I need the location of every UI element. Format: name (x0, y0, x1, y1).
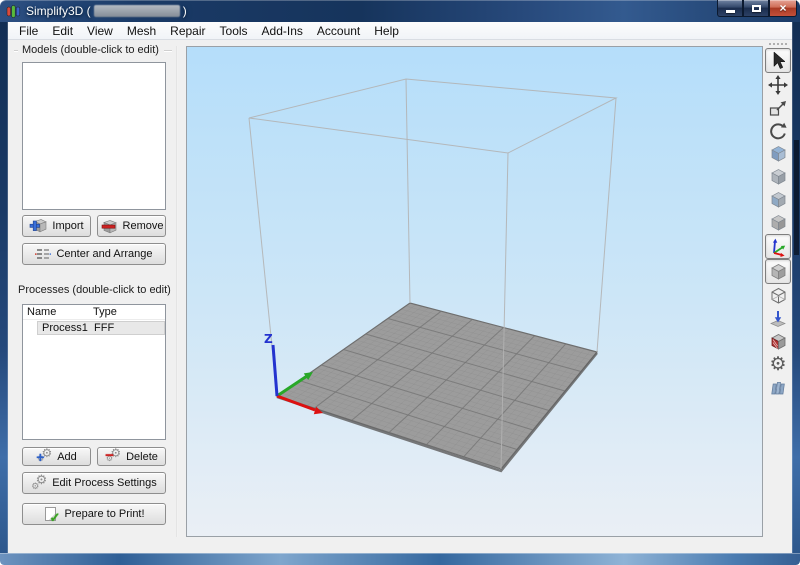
view-cube-icon (769, 167, 788, 186)
redacted-license-name (94, 5, 180, 17)
svg-text:Z: Z (264, 332, 273, 346)
cross-section-cube-icon (769, 332, 788, 351)
column-header-type[interactable]: Type (93, 306, 165, 318)
menu-bar: File Edit View Mesh Repair Tools Add-Ins… (8, 22, 792, 40)
remove-label: Remove (123, 220, 164, 232)
group-line (164, 50, 172, 51)
window-border-right (792, 22, 800, 553)
move-tool-button[interactable] (765, 73, 791, 96)
window-border-reflection (794, 140, 799, 255)
processes-group-header: Processes (double-click to edit) (14, 284, 172, 296)
import-label: Import (52, 220, 83, 232)
menu-view[interactable]: View (80, 22, 120, 39)
process-row[interactable]: Process1 FFF (37, 321, 165, 335)
processes-group-label: Processes (double-click to edit) (18, 284, 171, 296)
down-arrow-to-bed-icon (768, 309, 788, 328)
models-group-label: Models (double-click to edit) (22, 44, 159, 56)
place-surface-on-bed-button[interactable] (765, 307, 791, 330)
render-wireframe-button[interactable] (765, 284, 791, 307)
maximize-icon (752, 5, 761, 12)
delete-process-label: Delete (126, 451, 158, 463)
add-process-label: Add (57, 451, 77, 463)
edit-process-settings-label: Edit Process Settings (52, 477, 157, 489)
delete-process-button[interactable]: ⚙ ⚙ − Delete (97, 447, 166, 466)
window-title: Simplify3D () (26, 4, 187, 18)
remove-cube-icon (100, 218, 118, 234)
menu-account[interactable]: Account (310, 22, 367, 39)
select-tool-button[interactable] (765, 48, 791, 73)
maximize-button[interactable] (743, 0, 769, 17)
processes-table-header: Name Type (23, 305, 165, 320)
menu-addins[interactable]: Add-Ins (255, 22, 310, 39)
import-button[interactable]: Import (22, 215, 91, 237)
models-list[interactable] (22, 62, 166, 210)
gear-icon: ⚙ (769, 355, 786, 374)
prepare-to-print-button[interactable]: ✓ Prepare to Print! (22, 503, 166, 525)
close-icon: × (779, 2, 786, 14)
menu-help[interactable]: Help (367, 22, 406, 39)
minimize-button[interactable] (717, 0, 743, 17)
cursor-arrow-icon (769, 51, 787, 70)
arrange-icon (35, 248, 51, 261)
models-group-header: Models (double-click to edit) (14, 44, 172, 56)
view-side-button[interactable] (765, 211, 791, 234)
process-type: FFF (94, 322, 164, 334)
delete-process-icon: ⚙ ⚙ − (105, 449, 121, 464)
menu-mesh[interactable]: Mesh (120, 22, 163, 39)
menu-file[interactable]: File (12, 22, 45, 39)
prepare-to-print-label: Prepare to Print! (64, 508, 144, 520)
add-process-button[interactable]: ⚙ ⚙ + Add (22, 447, 91, 466)
menu-edit[interactable]: Edit (45, 22, 80, 39)
window-border-left (0, 22, 8, 553)
check-icon: ✓ (50, 511, 61, 524)
rotate-circle-icon (768, 121, 788, 141)
window-border-bottom (0, 553, 800, 565)
move-arrows-icon (768, 75, 788, 95)
solid-cube-icon (769, 262, 788, 281)
toolbar-grip[interactable] (777, 43, 779, 45)
title-bar[interactable]: Simplify3D () × (0, 0, 800, 22)
center-and-arrange-button[interactable]: Center and Arrange (22, 243, 166, 265)
menu-repair[interactable]: Repair (163, 22, 212, 39)
minimize-icon (726, 10, 735, 13)
window-controls: × (717, 0, 797, 17)
view-cube-icon (769, 190, 788, 209)
rotate-tool-button[interactable] (765, 119, 791, 142)
client-area: Models (double-click to edit) Import (8, 40, 792, 553)
menu-tools[interactable]: Tools (213, 22, 255, 39)
edit-process-settings-button[interactable]: ⚙ ⚙ Edit Process Settings (22, 472, 166, 494)
close-button[interactable]: × (769, 0, 797, 17)
render-solid-button[interactable] (765, 259, 791, 284)
group-line (14, 50, 18, 51)
scale-tool-button[interactable] (765, 96, 791, 119)
toolpath-bars-icon (768, 378, 788, 397)
view-front-button[interactable] (765, 188, 791, 211)
view-top-button[interactable] (765, 165, 791, 188)
wireframe-cube-icon (769, 286, 788, 305)
app-logo-icon (6, 4, 21, 19)
add-process-icon: ⚙ ⚙ + (36, 449, 52, 464)
processes-table[interactable]: Name Type Process1 FFF (22, 304, 166, 440)
cross-section-button[interactable] (765, 330, 791, 353)
edit-process-settings-icon: ⚙ ⚙ (31, 475, 47, 491)
build-plate-scene: Z (187, 47, 762, 536)
panel-splitter[interactable] (176, 46, 178, 537)
view-cube-icon (769, 213, 788, 232)
prepare-to-print-icon: ✓ (43, 507, 59, 522)
process-name: Process1 (38, 322, 94, 334)
axes-icon (768, 237, 788, 257)
center-and-arrange-label: Center and Arrange (56, 248, 152, 260)
build-volume-viewport[interactable]: Z (186, 46, 763, 537)
toolpath-preview-button[interactable] (765, 376, 791, 399)
scale-arrow-icon (768, 98, 788, 117)
view-cube-icon (769, 144, 788, 163)
view-default-button[interactable] (765, 142, 791, 165)
import-cube-icon (29, 218, 47, 234)
machine-control-button[interactable]: ⚙ (765, 353, 791, 376)
remove-button[interactable]: Remove (97, 215, 166, 237)
app-window: Simplify3D () × File Edit View Mesh Repa… (0, 0, 800, 565)
column-header-name[interactable]: Name (23, 306, 93, 318)
view-toolbar: ⚙ (763, 42, 793, 399)
coordinate-axes-button[interactable] (765, 234, 791, 259)
